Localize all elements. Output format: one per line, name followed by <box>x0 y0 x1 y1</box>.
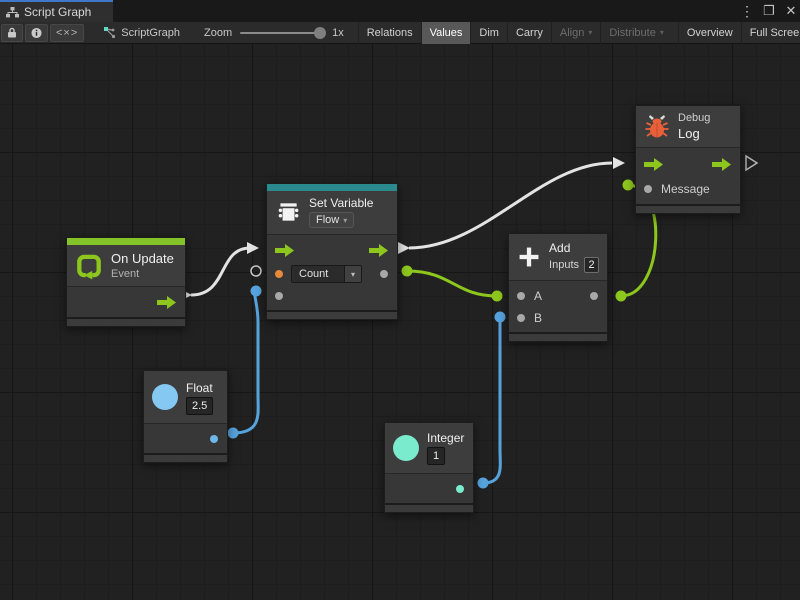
integer-value-field[interactable]: 1 <box>427 447 445 465</box>
toolbar-button-overview[interactable]: Overview <box>678 22 741 44</box>
toolbar-button-distribute[interactable]: Distribute▾ <box>600 22 671 44</box>
bug-icon <box>644 113 670 140</box>
input-a-port[interactable] <box>517 292 525 300</box>
toolbar-button-values[interactable]: Values <box>421 22 471 44</box>
tab-title: Script Graph <box>24 5 91 19</box>
script-graph-icon <box>103 26 116 39</box>
node-category: Debug <box>678 112 710 124</box>
toolbar-button-relations[interactable]: Relations <box>358 22 421 44</box>
zoom-slider-handle[interactable] <box>314 27 326 39</box>
integer-literal-icon <box>393 435 419 461</box>
chevron-down-icon: ▾ <box>660 28 664 37</box>
lock-icon <box>7 27 17 38</box>
flow-output-port[interactable] <box>157 296 177 309</box>
window-menu-icon[interactable]: ⋮ <box>740 0 754 22</box>
node-set-variable[interactable]: Set Variable Flow ▾ Count ▾ <box>266 183 398 320</box>
float-value-field[interactable]: 2.5 <box>186 397 213 415</box>
graph-name-label: ScriptGraph <box>121 27 180 39</box>
integer-output-port[interactable] <box>456 485 464 493</box>
toolbar-button-dim[interactable]: Dim <box>470 22 507 44</box>
unity-script-graph-window: Script Graph ⋮ ❐ ✕ <×> <box>0 0 800 600</box>
value-output-port[interactable] <box>380 270 388 278</box>
input-a-label: A <box>534 289 542 303</box>
node-footer <box>636 204 740 213</box>
toolbar-button-fullscreen[interactable]: Full Screen <box>741 22 800 44</box>
variable-icon <box>275 199 301 225</box>
sum-output-port[interactable] <box>590 292 598 300</box>
node-header-event <box>67 238 185 245</box>
value-input-port[interactable] <box>275 292 283 300</box>
node-title: Integer <box>427 431 464 445</box>
flow-input-port[interactable] <box>644 158 664 171</box>
chevron-down-icon: ▾ <box>344 266 361 282</box>
toolbar-button-carry[interactable]: Carry <box>507 22 551 44</box>
variable-name-port[interactable] <box>275 270 283 278</box>
inputs-count-field[interactable]: 2 <box>584 257 599 273</box>
plus-icon <box>517 243 541 271</box>
node-title: Log <box>678 126 710 141</box>
node-footer <box>144 453 227 462</box>
node-footer <box>385 503 473 512</box>
message-input-port[interactable] <box>644 185 652 193</box>
message-label: Message <box>661 182 710 196</box>
node-integer[interactable]: Integer 1 <box>384 422 474 513</box>
title-bar: Script Graph ⋮ ❐ ✕ <box>0 0 800 22</box>
close-icon[interactable]: ✕ <box>784 0 798 22</box>
input-b-port[interactable] <box>517 314 525 322</box>
info-button[interactable] <box>25 24 48 42</box>
node-footer <box>509 332 607 341</box>
flow-output-port[interactable] <box>369 244 389 257</box>
node-footer <box>267 310 397 319</box>
info-icon <box>31 27 42 39</box>
node-title: Set Variable <box>309 196 373 210</box>
tab-script-graph[interactable]: Script Graph <box>0 0 113 22</box>
node-footer <box>67 317 185 326</box>
graph-hierarchy-icon <box>6 7 19 18</box>
graph-reference[interactable]: ScriptGraph <box>103 26 180 39</box>
flow-input-port[interactable] <box>275 244 295 257</box>
input-b-label: B <box>534 311 542 325</box>
graph-toolbar: <×> ScriptGraph Zoom 1x Relations Values… <box>0 22 800 44</box>
node-add[interactable]: Add Inputs 2 A B <box>508 233 608 342</box>
loop-event-icon <box>75 252 103 280</box>
chevron-down-icon: ▾ <box>588 28 592 37</box>
zoom-slider[interactable] <box>240 32 324 34</box>
inputs-label: Inputs <box>549 259 579 271</box>
code-view-button[interactable]: <×> <box>50 24 84 42</box>
zoom-value: 1x <box>332 27 344 39</box>
node-title: On Update <box>111 251 174 266</box>
float-literal-icon <box>152 384 178 410</box>
float-output-port[interactable] <box>210 435 218 443</box>
node-debug-log[interactable]: Debug Log Message <box>635 105 741 214</box>
variable-kind-dropdown[interactable]: Flow ▾ <box>309 212 354 228</box>
node-header-variable <box>267 184 397 191</box>
lock-button[interactable] <box>1 24 23 42</box>
variable-select-dropdown[interactable]: Count ▾ <box>291 265 362 283</box>
zoom-label: Zoom <box>204 27 232 39</box>
node-title: Float <box>186 381 213 395</box>
node-title: Add <box>549 241 599 255</box>
chevron-down-icon: ▾ <box>343 216 347 225</box>
node-on-update[interactable]: On Update Event <box>66 237 186 327</box>
maximize-icon[interactable]: ❐ <box>762 0 776 22</box>
node-subtitle: Event <box>111 268 174 280</box>
node-float[interactable]: Float 2.5 <box>143 370 228 463</box>
toolbar-button-align[interactable]: Align▾ <box>551 22 600 44</box>
flow-output-port[interactable] <box>712 158 732 171</box>
